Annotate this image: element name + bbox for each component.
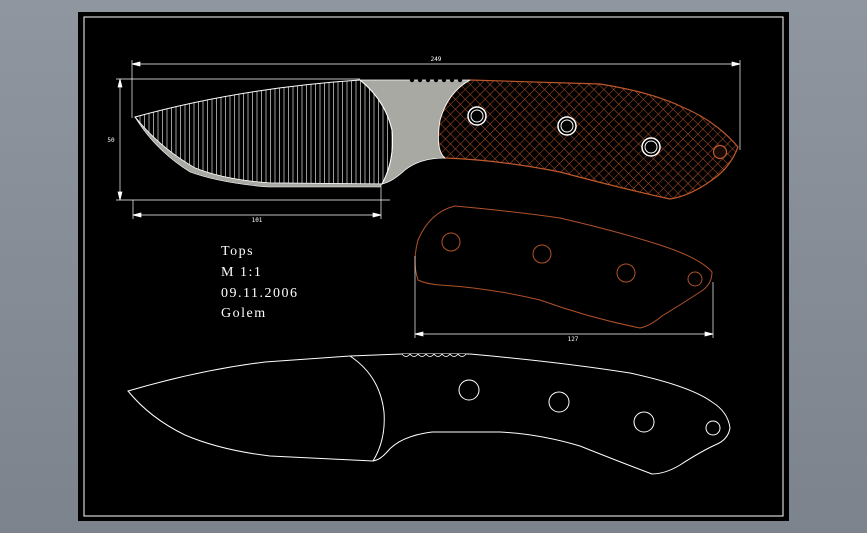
cad-viewport[interactable]: 249 50 101 127 Tops M 1:1 09.11.2006 Gol… — [0, 0, 867, 533]
dim-scale-length: 127 — [568, 336, 579, 343]
dim-blade-height: 50 — [107, 137, 115, 144]
dim-overall-length: 249 — [431, 56, 442, 63]
note-author: Golem — [221, 306, 267, 321]
note-date: 09.11.2006 — [221, 286, 298, 301]
lanyard-hole — [712, 144, 728, 160]
note-scale: M 1:1 — [221, 265, 262, 280]
cad-canvas: 249 50 101 127 Tops M 1:1 09.11.2006 Gol… — [78, 12, 789, 521]
note-brand: Tops — [221, 244, 254, 259]
dim-blade-length: 101 — [252, 217, 263, 224]
